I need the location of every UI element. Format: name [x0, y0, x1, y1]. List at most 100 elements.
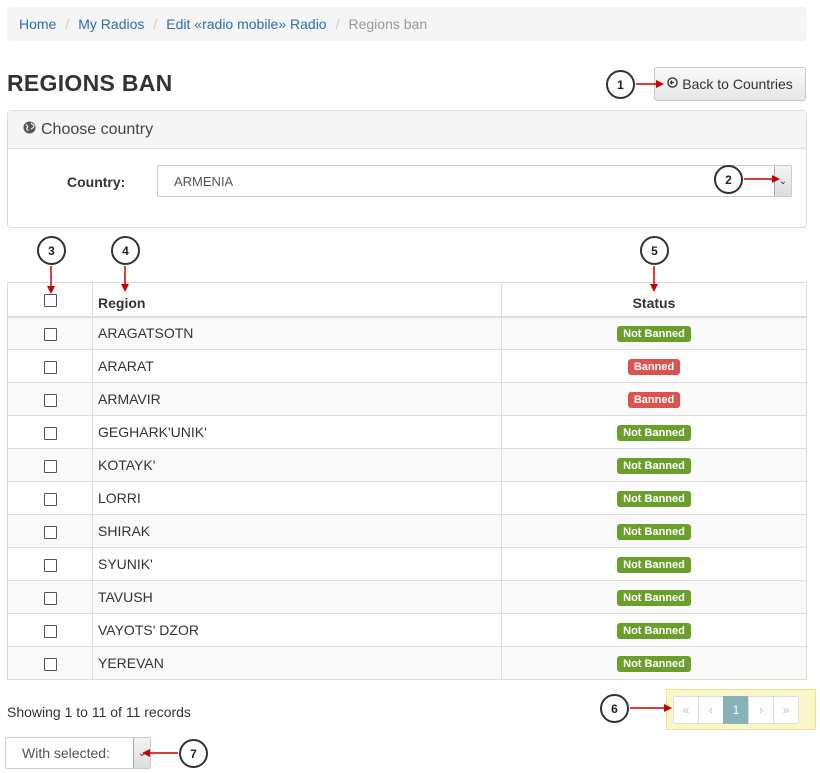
back-to-countries-label: Back to Countries [682, 76, 793, 92]
page-1-button[interactable]: 1 [723, 696, 749, 724]
region-name: YEREVAN [92, 646, 502, 680]
region-name: GEGHARK'UNIK' [92, 415, 502, 449]
status-badge: Not Banned [617, 425, 691, 441]
next-page-button[interactable]: › [748, 696, 774, 724]
breadcrumb: Home / My Radios / Edit «radio mobile» R… [7, 7, 807, 41]
table-row: GEGHARK'UNIK' Not Banned [7, 415, 807, 449]
table-row: LORRI Not Banned [7, 481, 807, 515]
page-title: REGIONS BAN [7, 70, 173, 96]
row-checkbox-cell [7, 481, 93, 515]
table-row: KOTAYK' Not Banned [7, 448, 807, 482]
status-cell: Not Banned [501, 580, 807, 614]
status-cell: Not Banned [501, 316, 807, 350]
row-checkbox-cell [7, 415, 93, 449]
status-badge: Not Banned [617, 656, 691, 672]
row-checkbox[interactable] [43, 591, 57, 605]
region-name: LORRI [92, 481, 502, 515]
annotation-marker-2: 2 [714, 165, 743, 194]
row-checkbox-cell [7, 547, 93, 581]
panel-heading-text: Choose country [41, 120, 154, 138]
status-cell: Not Banned [501, 613, 807, 647]
with-selected-select[interactable]: With selected: ⌄ [5, 737, 151, 769]
table-row: TAVUSH Not Banned [7, 580, 807, 614]
breadcrumb-my-radios[interactable]: My Radios [78, 16, 144, 32]
select-all-cell [7, 282, 93, 318]
row-checkbox[interactable] [43, 558, 57, 572]
first-page-button[interactable]: « [673, 696, 699, 724]
region-name: KOTAYK' [92, 448, 502, 482]
table-row: VAYOTS' DZOR Not Banned [7, 613, 807, 647]
row-checkbox[interactable] [43, 657, 57, 671]
table-header-row: Region Status [7, 282, 807, 318]
region-name: VAYOTS' DZOR [92, 613, 502, 647]
panel-heading: Choose country [8, 111, 806, 149]
row-checkbox[interactable] [43, 360, 57, 374]
status-cell: Banned [501, 349, 807, 383]
region-name: SYUNIK' [92, 547, 502, 581]
status-badge: Not Banned [617, 326, 691, 343]
row-checkbox[interactable] [43, 328, 57, 342]
pagination-highlight: « ‹ 1 › » [666, 689, 816, 730]
breadcrumb-separator: / [65, 16, 70, 32]
row-checkbox-cell [7, 316, 93, 350]
back-to-countries-button[interactable]: Back to Countries [654, 67, 806, 101]
row-checkbox-cell [7, 514, 93, 548]
status-badge: Banned [627, 359, 681, 375]
status-cell: Not Banned [501, 514, 807, 548]
breadcrumb-edit-radio[interactable]: Edit «radio mobile» Radio [166, 16, 326, 32]
status-badge: Not Banned [617, 458, 691, 474]
region-column-header[interactable]: Region [92, 282, 502, 318]
row-checkbox[interactable] [43, 426, 57, 440]
records-info: Showing 1 to 11 of 11 records [7, 704, 191, 720]
status-cell: Not Banned [501, 448, 807, 482]
status-badge: Not Banned [617, 491, 691, 507]
row-checkbox-cell [7, 382, 93, 416]
row-checkbox-cell [7, 613, 93, 647]
breadcrumb-current: Regions ban [348, 16, 428, 32]
pagination: « ‹ 1 › » [673, 696, 799, 724]
status-badge: Not Banned [617, 557, 691, 573]
status-cell: Not Banned [501, 646, 807, 680]
status-badge: Not Banned [617, 590, 691, 606]
status-column-header[interactable]: Status [501, 282, 807, 318]
row-checkbox[interactable] [43, 624, 57, 638]
row-checkbox-cell [7, 580, 93, 614]
row-checkbox[interactable] [43, 525, 57, 539]
status-badge: Not Banned [617, 623, 691, 639]
table-row: ARAGATSOTN Not Banned [7, 316, 807, 350]
status-badge: Banned [627, 392, 681, 408]
region-name: TAVUSH [92, 580, 502, 614]
annotation-marker-6: 6 [600, 694, 629, 723]
table-row: ARARAT Banned [7, 349, 807, 383]
breadcrumb-separator: / [153, 16, 158, 32]
region-name: ARMAVIR [92, 382, 502, 416]
circle-arrow-left-icon [667, 77, 679, 91]
annotation-marker-3: 3 [37, 236, 66, 265]
prev-page-button[interactable]: ‹ [698, 696, 724, 724]
region-name: ARARAT [92, 349, 502, 383]
table-row: SYUNIK' Not Banned [7, 547, 807, 581]
breadcrumb-separator: / [335, 16, 340, 32]
last-page-button[interactable]: » [773, 696, 799, 724]
row-checkbox[interactable] [43, 492, 57, 506]
choose-country-panel: Choose country Country: ARMENIA ⌄ [7, 110, 807, 228]
annotation-marker-5: 5 [640, 236, 669, 265]
globe-icon [23, 121, 36, 138]
row-checkbox[interactable] [43, 393, 57, 407]
annotation-marker-4: 4 [111, 236, 140, 265]
select-all-checkbox[interactable] [43, 294, 57, 308]
with-selected-value: With selected: [22, 745, 110, 761]
row-checkbox-cell [7, 646, 93, 680]
regions-table: Region Status ARAGATSOTN Not Banned ARAR… [7, 282, 807, 680]
row-checkbox[interactable] [43, 459, 57, 473]
breadcrumb-home[interactable]: Home [19, 16, 56, 32]
country-select-value: ARMENIA [174, 173, 234, 189]
country-label: Country: [67, 174, 126, 190]
region-name: SHIRAK [92, 514, 502, 548]
chevron-down-icon[interactable]: ⌄ [774, 166, 791, 196]
annotation-marker-1: 1 [606, 70, 635, 99]
table-row: SHIRAK Not Banned [7, 514, 807, 548]
status-cell: Not Banned [501, 547, 807, 581]
chevron-down-icon[interactable]: ⌄ [133, 738, 150, 768]
country-select[interactable]: ARMENIA ⌄ [157, 165, 792, 197]
